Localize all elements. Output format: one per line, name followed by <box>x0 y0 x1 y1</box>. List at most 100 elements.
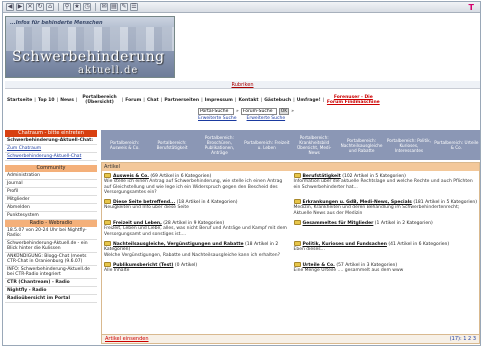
article-meta: (0 Artikel) <box>174 262 198 268</box>
nav-forum[interactable]: Forum <box>123 98 143 103</box>
nav-startseite[interactable]: Startseite <box>5 98 34 103</box>
radio-item[interactable]: Nightfly - Radio <box>5 287 97 295</box>
nav-forenuser[interactable]: Forenuser - Die Forum Findmaschine <box>324 95 382 105</box>
radio-item[interactable]: 18.5.07 von 20-24 Uhr bei Nightfly-Radio… <box>5 227 97 240</box>
forward-icon[interactable]: ▶ <box>16 3 24 11</box>
nav-portalbereich[interactable]: Portalbereich (Übersicht) <box>78 95 122 105</box>
article-item: Politik, Kurioses und Fundsachen (41 Art… <box>293 240 478 258</box>
article-desc: Neuigkeiten und Info über diese Seite <box>104 205 189 211</box>
community-punktesystem[interactable]: Punktesystem <box>5 212 97 220</box>
article-desc: Eine Menge Urteile .... gesammelt aus de… <box>293 268 404 274</box>
chat-title: Schwerbehinderung-Aktuell-Chat: <box>5 137 97 145</box>
search-arrow-icon: » <box>236 109 239 114</box>
category-tile[interactable]: Portalbereich: Freizeit u. Leben <box>243 140 290 150</box>
toolbar-divider <box>95 3 96 11</box>
category-tile[interactable]: Portalbereich: Nachteilsausgleiche und R… <box>338 138 385 153</box>
folder-icon <box>293 261 301 267</box>
nav-gaestebuch[interactable]: Gästebuch <box>262 98 293 103</box>
folder-icon <box>104 173 111 178</box>
toolbar-divider <box>58 3 59 11</box>
article-item: Urteile & Co. (57 Artikel in 3 Kategorie… <box>293 261 478 274</box>
article-desc: Information über die aktuelle Rechtslage… <box>293 179 473 190</box>
back-icon[interactable]: ◀ <box>6 3 14 11</box>
community-administration[interactable]: Administration <box>5 172 97 180</box>
article-desc: Eben dieses... <box>293 247 325 253</box>
nav-chat[interactable]: Chat <box>145 98 161 103</box>
search-arrow-icon: » <box>291 109 295 114</box>
community-profil[interactable]: Profil <box>5 188 97 196</box>
home-icon[interactable]: ⌂ <box>46 3 54 11</box>
category-tile[interactable]: Portalbereich: Politik, Kurioses, Intere… <box>385 138 432 153</box>
search-icon[interactable]: ⚲ <box>63 3 71 11</box>
category-tile[interactable]: Portalbereich: Urteile & Co. <box>433 140 480 150</box>
radio-item[interactable]: CTR (Chantream) - Radio <box>5 279 97 287</box>
community-abmelden[interactable]: Abmelden <box>5 204 97 212</box>
articles-footer: Artikel einsenden (17): 1 2 3 <box>102 334 479 343</box>
mail-icon[interactable]: ✉ <box>100 3 108 11</box>
provider-logo: T <box>468 2 474 12</box>
article-desc: Welche Vergünstigungen, Rabatte und Nach… <box>104 252 280 258</box>
article-item: Freizeit und Leben, (28 Artikel in 9 Kat… <box>104 220 288 237</box>
article-desc: Alle Inhalte <box>104 268 130 274</box>
browser-toolbar: ◀ ▶ ✕ ↻ ⌂ ⚲ ★ ◷ ✉ ▤ ✎ ☰ T <box>3 2 480 13</box>
extended-search-forum-link[interactable]: Erweiterte Suche <box>247 116 286 121</box>
site-banner[interactable]: ...Infos für behinderte Menschen Schwerb… <box>5 16 175 78</box>
radio-item[interactable]: Radioübersicht im Portal <box>5 295 97 303</box>
folder-icon <box>104 220 111 226</box>
discuss-icon[interactable]: ☰ <box>130 3 138 11</box>
banner-subtitle: aktuell.de <box>78 65 139 76</box>
folder-icon <box>293 240 301 246</box>
radio-item[interactable]: Schwerbehinderung-Aktuell.de - ein Blick… <box>5 240 97 253</box>
folder-icon <box>104 199 111 205</box>
category-tile[interactable]: Portalbereich: Ausweis & Co. <box>101 140 148 150</box>
main-nav: Startseite | Top 10 | News | Portalbereich … <box>5 93 480 107</box>
chatroom-link[interactable]: Zum Chatraum <box>5 145 97 153</box>
favorites-icon[interactable]: ★ <box>73 3 81 11</box>
article-title[interactable]: Gesammeltes für Mitglieder <box>303 221 374 226</box>
left-sidebar: Chatraum - bitte eintreten Schwerbehinde… <box>5 130 97 344</box>
extended-search-portal-link[interactable]: Erweiterte Suche <box>198 116 237 121</box>
folder-icon <box>104 240 111 246</box>
article-meta: (41 Artikel in 6 Kategorien) <box>388 241 450 247</box>
community-mitglieder[interactable]: Mitglieder <box>5 196 97 204</box>
stop-icon[interactable]: ✕ <box>26 3 34 11</box>
category-tile[interactable]: Portalbereich: Berufstätigkeit <box>148 140 195 150</box>
search-ok-button[interactable]: OK <box>278 108 290 115</box>
nav-partnerseiten[interactable]: Partnerseiten <box>162 98 201 103</box>
portal-search-input[interactable] <box>198 108 234 115</box>
radio-item[interactable]: INFO: Schwerbehinderung-Aktuell.de bei C… <box>5 266 97 279</box>
reload-icon[interactable]: ↻ <box>36 3 44 11</box>
article-desc: Freizeit, Leben und Liebe, alles, was ni… <box>104 226 287 237</box>
chat-link[interactable]: Schwerbehinderung-Aktuell-Chat <box>5 153 97 161</box>
edit-icon[interactable]: ✎ <box>120 3 128 11</box>
article-item: Ausweis & Co. (69 Artikel in 6 Kategorie… <box>104 173 288 195</box>
article-title[interactable]: Nachteilsausgleiche, Vergünstigungen und… <box>113 242 244 247</box>
radio-item[interactable]: ANKÜNDIGUNG: Blogg-Chat (meets CTR-Chat … <box>5 253 97 266</box>
nav-impressum[interactable]: Impressum <box>203 98 235 103</box>
nav-umfrage[interactable]: Umfrage! <box>295 98 323 103</box>
forum-search-input[interactable] <box>240 108 277 115</box>
folder-icon <box>104 261 111 267</box>
browser-window: ◀ ▶ ✕ ↻ ⌂ ⚲ ★ ◷ ✉ ▤ ✎ ☰ T ...Infos für b… <box>2 1 481 346</box>
submit-article-link[interactable]: Artikel einsenden <box>105 336 149 342</box>
rubriken-link[interactable]: Rubriken <box>5 81 480 89</box>
banner-title: Schwerbehinderung <box>12 49 165 65</box>
category-tile[interactable]: Portalbereich: Krankheitsbild Übersicht,… <box>291 135 338 155</box>
category-tile[interactable]: Portalbereich: Broschüren, Publikationen… <box>196 135 243 155</box>
print-icon[interactable]: ▤ <box>110 3 118 11</box>
nav-news[interactable]: News <box>58 98 76 103</box>
article-item: Nachteilsausgleiche, Vergünstigungen und… <box>104 240 288 258</box>
community-journal[interactable]: Journal <box>5 180 97 188</box>
history-icon[interactable]: ◷ <box>83 3 91 11</box>
search-area: » OK » Erweiterte Suche Erweiterte Suche <box>198 108 338 128</box>
nav-top10[interactable]: Top 10 <box>36 98 57 103</box>
article-item: Publikumsbericht (Test) (0 Artikel) Alle … <box>104 261 288 274</box>
pagination[interactable]: (17): 1 2 3 <box>450 335 476 344</box>
article-desc: Medizin, Krankheiten und deren Behandlun… <box>293 205 460 216</box>
articles-grid: Ausweis & Co. (69 Artikel in 6 Kategorie… <box>102 171 479 279</box>
article-item: Gesammeltes für Mitglieder (1 Artikel in… <box>293 220 478 237</box>
article-item: Erkrankungen u. GdB, Medi-News, Specials… <box>293 199 477 216</box>
category-strip: Portalbereich: Ausweis & Co. Portalberei… <box>101 130 480 160</box>
nav-kontakt[interactable]: Kontakt <box>236 98 260 103</box>
folder-icon <box>293 173 301 178</box>
